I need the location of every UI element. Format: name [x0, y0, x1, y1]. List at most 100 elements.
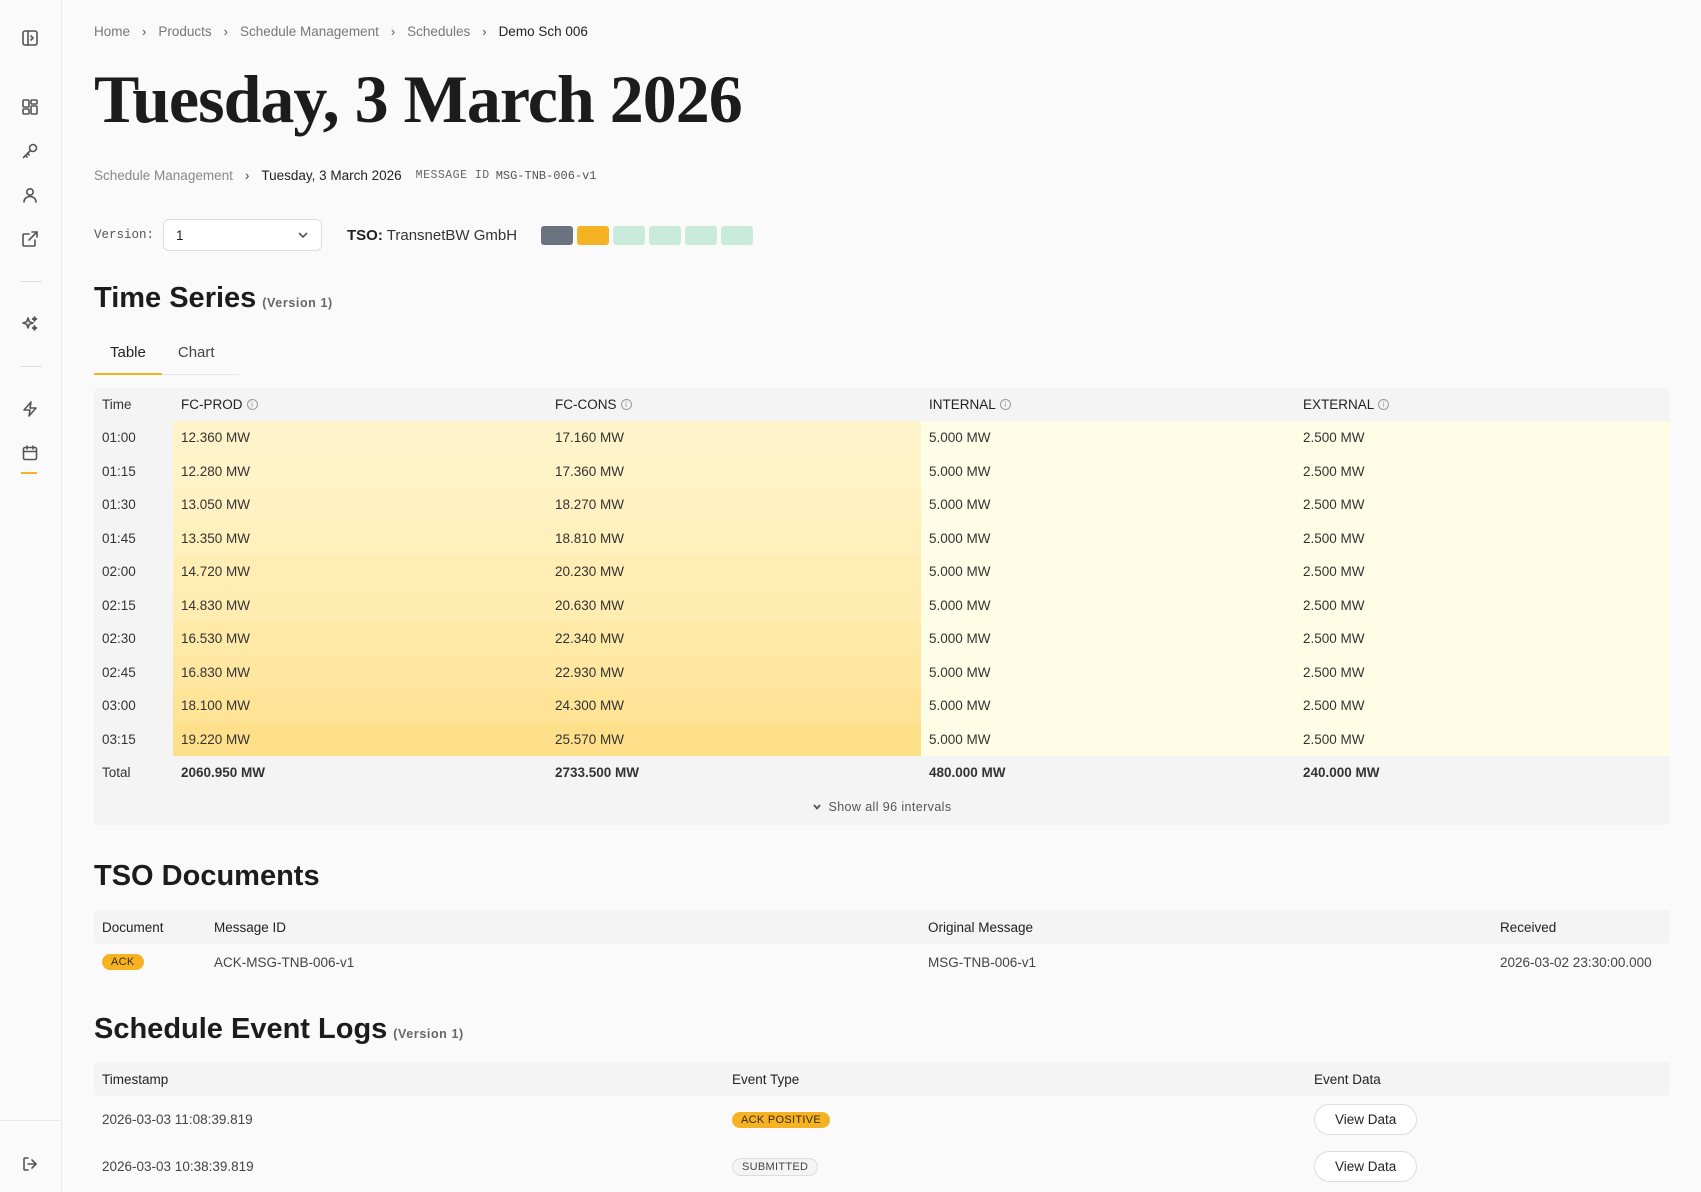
- tso-label: TSO:: [347, 226, 383, 244]
- cell-time: 03:00: [102, 698, 136, 714]
- tso-documents-table: Document Message ID Original Message Rec…: [94, 910, 1670, 980]
- chevron-right-icon: ›: [482, 24, 487, 39]
- table-row: 01:30 13.050 MW 18.270 MW 5.000 MW 2.500 MW: [94, 488, 1670, 522]
- info-icon[interactable]: i: [999, 399, 1011, 410]
- chevron-right-icon: ›: [390, 24, 396, 39]
- table-row: 2026-03-03 10:38:39.819 SUBMITTED View Dat…: [94, 1143, 1670, 1190]
- time-series-title: Time Series (Version 1): [94, 282, 333, 315]
- cell-fc-cons: 20.630 MW: [547, 588, 921, 622]
- breadcrumb: Home › Products › Schedule Management › …: [94, 24, 588, 39]
- event-logs-body: 2026-03-03 11:08:39.819 ACK POSITIVE View …: [94, 1096, 1670, 1190]
- cell-fc-cons: 22.930 MW: [547, 655, 921, 689]
- view-data-button[interactable]: View Data: [1314, 1151, 1418, 1182]
- status-swatch[interactable]: [613, 225, 646, 245]
- cell-external: 2.500 MW: [1295, 454, 1670, 488]
- col-timestamp: Timestamp: [102, 1071, 169, 1087]
- cell-fc-cons: 17.360 MW: [547, 454, 921, 488]
- chevron-right-icon: ›: [223, 24, 228, 39]
- toggle-sidebar-icon[interactable]: [20, 28, 40, 48]
- col-event-type: Event Type: [732, 1071, 800, 1087]
- breadcrumb-products[interactable]: Products: [158, 24, 211, 39]
- status-swatch[interactable]: [685, 225, 718, 245]
- cell-fc-cons: 18.270 MW: [547, 488, 921, 522]
- external-link-icon[interactable]: [20, 229, 40, 249]
- chevron-down-icon: [298, 232, 308, 239]
- table-row: 01:00 12.360 MW 17.160 MW 5.000 MW 2.500 MW: [94, 421, 1670, 455]
- dashboard-icon[interactable]: [20, 97, 40, 117]
- info-icon[interactable]: i: [620, 399, 632, 410]
- cell-event-data: View Data: [1306, 1104, 1670, 1135]
- event-logs-table: Timestamp Event Type Event Data 2026-03-…: [94, 1062, 1670, 1190]
- table-row: 03:00 18.100 MW 24.300 MW 5.000 MW 2.500 MW: [94, 689, 1670, 723]
- sub-breadcrumb-parent[interactable]: Schedule Management: [94, 168, 233, 183]
- breadcrumb-schedule-management[interactable]: Schedule Management: [240, 24, 379, 39]
- breadcrumb-home[interactable]: Home: [94, 24, 130, 39]
- cell-fc-prod: 16.830 MW: [173, 655, 547, 689]
- cell-fc-cons: 20.230 MW: [547, 555, 921, 589]
- chevron-right-icon: ›: [142, 24, 147, 39]
- col-internal: INTERNAL i: [921, 388, 1295, 421]
- tab-table[interactable]: Table: [94, 340, 162, 375]
- cell-time: 02:45: [102, 664, 136, 680]
- cell-event-data: View Data: [1306, 1151, 1670, 1182]
- view-data-button[interactable]: View Data: [1314, 1104, 1418, 1135]
- tso-name: TransnetBW GmbH: [386, 226, 518, 244]
- cell-time: 02:15: [102, 597, 136, 613]
- version-label: Version:: [94, 228, 155, 242]
- info-icon[interactable]: i: [1378, 399, 1390, 410]
- table-row: 02:00 14.720 MW 20.230 MW 5.000 MW 2.500 MW: [94, 555, 1670, 589]
- total-fc-cons: 2733.500 MW: [555, 765, 640, 781]
- time-series-heading: Time Series: [94, 282, 257, 314]
- cell-external: 2.500 MW: [1295, 588, 1670, 622]
- document-badge: ACK: [102, 954, 144, 970]
- version-select[interactable]: 1: [163, 219, 323, 251]
- cell-fc-prod: 14.720 MW: [173, 555, 547, 589]
- event-logs-title: Schedule Event Logs (Version 1): [94, 1013, 464, 1046]
- cell-internal: 5.000 MW: [921, 588, 1295, 622]
- tso-documents-body: ACK ACK-MSG-TNB-006-v1 MSG-TNB-006-v1 2026-…: [94, 944, 1670, 980]
- lightning-icon[interactable]: [20, 399, 40, 419]
- cell-fc-prod: 19.220 MW: [173, 722, 547, 756]
- table-row: 03:15 19.220 MW 25.570 MW 5.000 MW 2.500 MW: [94, 722, 1670, 756]
- col-fc-prod-label: FC-PROD: [181, 397, 243, 412]
- tab-chart[interactable]: Chart: [162, 340, 231, 374]
- cell-fc-prod: 13.050 MW: [173, 488, 547, 522]
- col-original-message: Original Message: [928, 919, 1034, 935]
- total-fc-prod: 2060.950 MW: [181, 765, 266, 781]
- sub-breadcrumb: Schedule Management › Tuesday, 3 March 2…: [94, 168, 597, 183]
- cell-time: 01:45: [102, 530, 136, 546]
- cell-time: 01:00: [102, 430, 136, 446]
- tso-info: TSO: TransnetBW GmbH: [347, 227, 517, 244]
- col-received: Received: [1500, 919, 1557, 935]
- cell-external: 2.500 MW: [1295, 655, 1670, 689]
- cell-fc-prod: 12.280 MW: [173, 454, 547, 488]
- col-internal-label: INTERNAL: [929, 397, 996, 412]
- user-icon[interactable]: [20, 185, 40, 205]
- col-external-label: EXTERNAL: [1303, 397, 1375, 412]
- sidebar-divider: [20, 281, 42, 282]
- key-icon[interactable]: [20, 141, 40, 161]
- status-swatch[interactable]: [649, 225, 682, 245]
- show-all-intervals-button[interactable]: Show all 96 intervals: [94, 790, 1670, 825]
- col-message-id: Message ID: [214, 919, 287, 935]
- status-swatch[interactable]: [577, 225, 610, 245]
- cell-fc-prod: 16.530 MW: [173, 622, 547, 656]
- table-header: Time FC-PROD i FC-CONS i INTERNAL i EXTERNA…: [94, 388, 1670, 421]
- table-row: 02:15 14.830 MW 20.630 MW 5.000 MW 2.500 MW: [94, 588, 1670, 622]
- logout-icon[interactable]: [20, 1154, 40, 1174]
- total-external: 240.000 MW: [1303, 765, 1380, 781]
- calendar-icon[interactable]: [20, 443, 40, 463]
- sparkles-icon[interactable]: [20, 314, 40, 334]
- cell-external: 2.500 MW: [1295, 421, 1670, 455]
- cell-received: 2026-03-02 23:30:00.000: [1500, 954, 1652, 970]
- cell-external: 2.500 MW: [1295, 521, 1670, 555]
- cell-internal: 5.000 MW: [921, 655, 1295, 689]
- version-row: Version: 1 TSO: TransnetBW GmbH: [94, 219, 757, 251]
- info-icon[interactable]: i: [246, 399, 258, 410]
- status-swatch[interactable]: [541, 225, 574, 245]
- breadcrumb-schedules[interactable]: Schedules: [407, 24, 470, 39]
- cell-internal: 5.000 MW: [921, 421, 1295, 455]
- chevron-right-icon: ›: [244, 168, 250, 183]
- status-swatch[interactable]: [721, 225, 754, 245]
- cell-fc-cons: 24.300 MW: [547, 689, 921, 723]
